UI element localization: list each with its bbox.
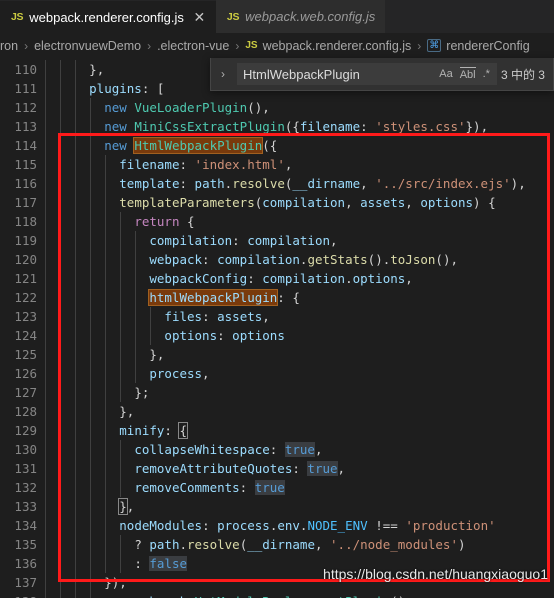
code-line[interactable]: nodeModules: process.env.NODE_ENV !== 'p… xyxy=(44,516,554,535)
line-number: 123 xyxy=(14,309,37,324)
line-number: 135 xyxy=(14,537,37,552)
code-line[interactable]: new VueLoaderPlugin(), xyxy=(44,98,554,117)
breadcrumb-separator: › xyxy=(417,38,422,53)
breadcrumb-item-1[interactable]: electronvuewDemo xyxy=(34,39,141,53)
line-number: 121 xyxy=(14,271,37,286)
code-line[interactable]: webpackConfig: compilation.options, xyxy=(44,269,554,288)
tab-label: webpack.web.config.js xyxy=(245,9,376,24)
symbol-icon: ⌘ xyxy=(427,39,442,52)
find-match-count: 3 中的 3 xyxy=(500,67,545,82)
line-number-gutter: 110 111 112 113 114 115 116 117 118 119 120 121 122 1… xyxy=(0,58,44,598)
code-line[interactable]: minify: { xyxy=(44,421,554,440)
code-line[interactable]: }, xyxy=(44,345,554,364)
chevron-right-icon[interactable]: › xyxy=(213,67,233,81)
code-line[interactable]: ? path.resolve(__dirname, '../node_modul… xyxy=(44,535,554,554)
code-editor[interactable]: 110 111 112 113 114 115 116 117 118 119 120 121 122 1… xyxy=(0,58,554,598)
line-number: 114 xyxy=(14,138,37,153)
breadcrumb-item-4[interactable]: rendererConfig xyxy=(446,39,529,53)
line-number: 133 xyxy=(14,499,37,514)
line-number: 112 xyxy=(14,100,37,115)
line-number: 125 xyxy=(14,347,37,362)
code-line[interactable]: webpack: compilation.getStats().toJson()… xyxy=(44,250,554,269)
line-number: 132 xyxy=(14,480,37,495)
breadcrumb-separator: › xyxy=(235,38,240,53)
watermark-url: https://blog.csdn.net/huangxiaoguo1 xyxy=(323,566,548,582)
line-number: 134 xyxy=(14,518,37,533)
editor-tab-bar: JS webpack.renderer.config.js ✕ JS webpa… xyxy=(0,0,554,33)
find-widget[interactable]: › HtmlWebpackPlugin Aa Abl .* 3 中的 3 xyxy=(210,58,554,91)
line-number: 136 xyxy=(14,556,37,571)
breadcrumb-separator: › xyxy=(147,38,152,53)
code-line[interactable]: removeAttributeQuotes: true, xyxy=(44,459,554,478)
line-number: 126 xyxy=(14,366,37,381)
tab-label: webpack.renderer.config.js xyxy=(29,9,184,25)
close-icon[interactable]: ✕ xyxy=(193,10,206,24)
js-file-icon: JS xyxy=(11,11,24,23)
breadcrumb-separator: › xyxy=(24,38,29,53)
breadcrumb-item-0[interactable]: ron xyxy=(0,39,18,53)
js-file-icon: JS xyxy=(245,40,258,51)
js-file-icon: JS xyxy=(226,10,240,23)
line-number: 117 xyxy=(14,195,37,210)
breadcrumb: ron › electronvuewDemo › .electron-vue ›… xyxy=(0,33,554,58)
code-line[interactable]: }; xyxy=(44,383,554,402)
line-number: 130 xyxy=(14,442,37,457)
line-number: 116 xyxy=(14,176,37,191)
line-number: 128 xyxy=(14,404,37,419)
code-line[interactable]: new MiniCssExtractPlugin({filename: 'sty… xyxy=(44,117,554,136)
code-line[interactable]: htmlWebpackPlugin: { xyxy=(44,288,554,307)
line-number: 113 xyxy=(14,119,37,134)
tab-webpack-web-config[interactable]: JS webpack.web.config.js xyxy=(215,0,386,33)
code-line[interactable]: templateParameters(compilation, assets, … xyxy=(44,193,554,212)
code-line[interactable]: removeComments: true xyxy=(44,478,554,497)
breadcrumb-item-2[interactable]: .electron-vue xyxy=(157,39,229,53)
regex-icon[interactable]: .* xyxy=(483,67,490,81)
code-line[interactable]: return { xyxy=(44,212,554,231)
line-number: 131 xyxy=(14,461,37,476)
code-line[interactable]: files: assets, xyxy=(44,307,554,326)
line-number: 119 xyxy=(14,233,37,248)
code-line[interactable]: compilation: compilation, xyxy=(44,231,554,250)
line-number: 118 xyxy=(14,214,37,229)
whole-word-icon[interactable]: Abl xyxy=(459,66,476,82)
line-number: 129 xyxy=(14,423,37,438)
line-number: 110 xyxy=(14,62,37,77)
tab-webpack-renderer-config[interactable]: JS webpack.renderer.config.js ✕ xyxy=(0,0,216,33)
line-number: 138 xyxy=(0,592,44,598)
code-line[interactable]: options: options xyxy=(44,326,554,345)
line-number: 120 xyxy=(14,252,37,267)
find-input-value: HtmlWebpackPlugin xyxy=(243,66,360,82)
code-line[interactable]: filename: 'index.html', xyxy=(44,155,554,174)
match-case-icon[interactable]: Aa xyxy=(439,67,452,81)
code-line[interactable]: }, xyxy=(44,497,554,516)
code-line[interactable]: new HtmlWebpackPlugin({ xyxy=(44,136,554,155)
code-line[interactable]: template: path.resolve(__dirname, '../sr… xyxy=(44,174,554,193)
line-number: 115 xyxy=(14,157,37,172)
line-number: 137 xyxy=(14,575,37,590)
line-number: 127 xyxy=(14,385,37,400)
line-number: 122 xyxy=(14,290,37,305)
line-number: 111 xyxy=(14,81,37,96)
code-line[interactable]: }, xyxy=(44,402,554,421)
breadcrumb-item-3[interactable]: webpack.renderer.config.js xyxy=(263,39,412,53)
find-input[interactable]: HtmlWebpackPlugin Aa Abl .* xyxy=(237,63,497,85)
code-line[interactable]: collapseWhitespace: true, xyxy=(44,440,554,459)
code-content[interactable]: }, plugins: [ new VueLoaderPlugin(), new… xyxy=(44,58,554,598)
code-line[interactable]: new webpack.HotModuleReplacementPlugin() xyxy=(44,592,554,598)
line-number: 124 xyxy=(14,328,37,343)
code-line[interactable]: process, xyxy=(44,364,554,383)
